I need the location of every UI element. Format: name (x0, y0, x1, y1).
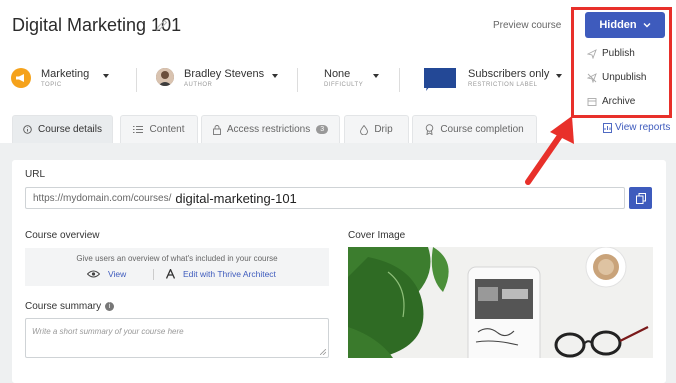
difficulty-value: None (324, 68, 351, 80)
tab-label: Course completion (440, 124, 524, 135)
overview-hint: Give users an overview of what's include… (76, 254, 278, 263)
difficulty-selector[interactable]: None DIFFICULTY (324, 68, 363, 88)
author-value: Bradley Stevens (184, 68, 265, 80)
menu-item-label: Publish (602, 48, 635, 59)
author-selector[interactable]: Bradley Stevens AUTHOR (156, 68, 264, 88)
menu-item-label: Unpublish (602, 72, 647, 83)
preview-course-link[interactable]: Preview course (493, 20, 561, 31)
tab-content[interactable]: Content (120, 115, 198, 143)
course-overview-label: Course overview (25, 230, 100, 241)
tab-label: Drip (374, 124, 393, 135)
view-reports-link[interactable]: View reports (603, 122, 670, 133)
overview-view-label: View (108, 269, 127, 279)
paper-plane-off-icon (587, 72, 597, 83)
menu-item-unpublish[interactable]: Unpublish (587, 72, 646, 83)
tab-label: Access restrictions (226, 124, 311, 135)
restriction-label: RESTRICTION LABEL (468, 82, 538, 88)
url-field[interactable]: https://mydomain.com/courses/ digital-ma… (25, 187, 625, 209)
list-icon (133, 126, 144, 133)
tab-access-restrictions[interactable]: Access restrictions 3 (201, 115, 340, 143)
summary-placeholder: Write a short summary of your course her… (32, 327, 184, 336)
archive-box-icon (587, 97, 597, 106)
info-icon[interactable]: i (105, 301, 115, 311)
author-label: AUTHOR (184, 82, 213, 88)
cover-image-label: Cover Image (348, 230, 406, 241)
tab-drip[interactable]: Drip (344, 115, 409, 143)
author-caret-icon[interactable] (272, 74, 278, 78)
edit-with-thrive-architect-button[interactable]: Edit with Thrive Architect (166, 269, 276, 279)
course-overview-box: Give users an overview of what's include… (25, 248, 329, 286)
url-slug-value: digital-marketing-101 (175, 190, 297, 206)
topic-label: TOPIC (41, 82, 62, 88)
restriction-value: Subscribers only (468, 68, 550, 80)
eye-icon (87, 270, 100, 278)
menu-item-archive[interactable]: Archive (587, 96, 635, 107)
cover-image[interactable] (348, 247, 653, 358)
chevron-down-icon (643, 23, 651, 28)
tab-label: Content (149, 124, 185, 135)
difficulty-label: DIFFICULTY (324, 82, 364, 88)
view-reports-label: View reports (615, 122, 671, 133)
topic-caret-icon[interactable] (103, 74, 109, 78)
resize-handle-icon[interactable] (320, 349, 326, 355)
course-summary-label: Course summary (25, 301, 102, 312)
avatar (156, 68, 174, 86)
tab-course-details[interactable]: Course details (12, 115, 113, 143)
lock-icon (212, 124, 221, 135)
visibility-status-label: Hidden (599, 19, 637, 31)
topic-value: Marketing (41, 68, 90, 80)
menu-item-publish[interactable]: Publish (587, 48, 635, 59)
paper-plane-icon (587, 48, 597, 59)
restriction-selector[interactable]: Subscribers only RESTRICTION LABEL (424, 68, 550, 91)
annotation-arrow (525, 116, 574, 185)
tab-course-completion[interactable]: Course completion (412, 115, 537, 143)
restriction-caret-icon[interactable] (556, 74, 562, 78)
url-label: URL (25, 169, 46, 180)
difficulty-caret-icon[interactable] (373, 74, 379, 78)
cover-photo-illustration (348, 247, 653, 358)
course-summary-textarea[interactable]: Write a short summary of your course her… (25, 318, 329, 358)
copy-url-button[interactable] (629, 187, 652, 209)
restriction-label-swatch (424, 68, 456, 91)
url-prefix: https://mydomain.com/courses/ (33, 192, 172, 204)
megaphone-icon (11, 68, 31, 88)
report-icon (603, 122, 612, 133)
menu-item-label: Archive (602, 96, 636, 107)
tab-label: Course details (38, 124, 102, 135)
overview-edit-label: Edit with Thrive Architect (183, 269, 276, 279)
drop-icon (360, 124, 369, 135)
course-summary-label-row: Course summary i (25, 301, 115, 312)
info-circle-icon (23, 125, 32, 134)
topic-selector[interactable]: Marketing TOPIC (11, 68, 89, 88)
thrive-architect-icon (166, 269, 175, 279)
restrictions-count-badge: 3 (316, 125, 329, 134)
visibility-status-button[interactable]: Hidden (585, 12, 665, 38)
edit-title-pencil-icon[interactable] (155, 18, 169, 32)
award-icon (426, 124, 434, 135)
overview-view-button[interactable]: View (87, 269, 126, 279)
course-details-panel: URL https://mydomain.com/courses/ digita… (12, 160, 666, 383)
copy-icon (635, 192, 646, 204)
